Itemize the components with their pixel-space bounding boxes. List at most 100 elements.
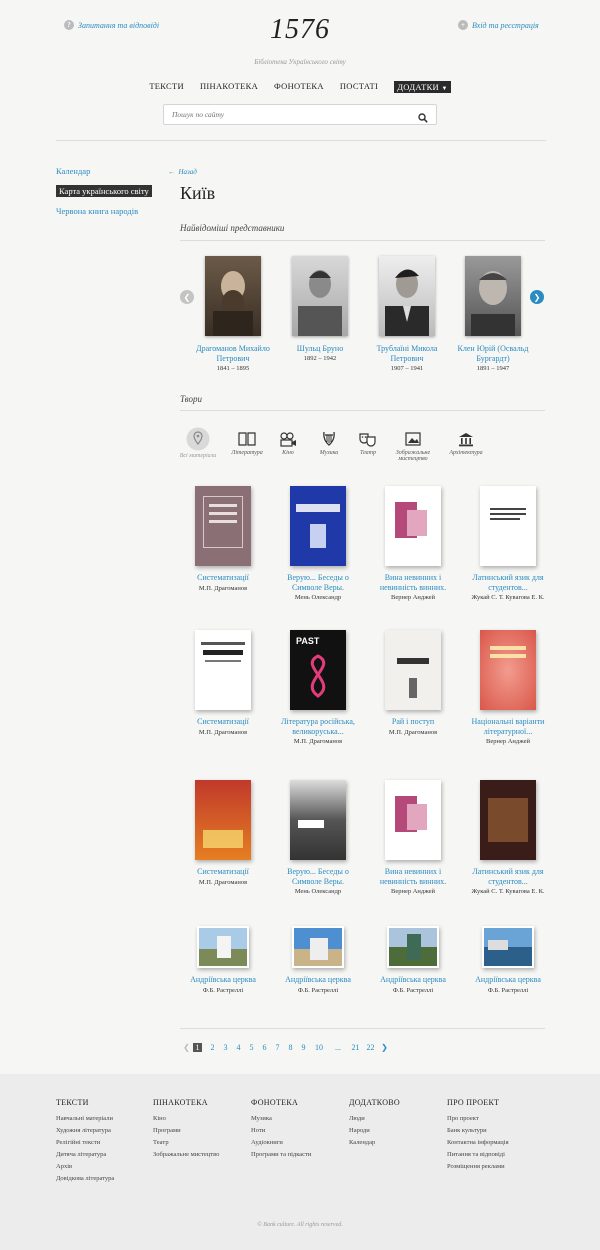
people-divider bbox=[180, 240, 545, 241]
pagination-prev-icon[interactable]: ❮ bbox=[180, 1043, 193, 1052]
footer-link[interactable]: Ноти bbox=[251, 1127, 311, 1134]
page-link[interactable]: 21 bbox=[348, 1043, 363, 1052]
footer-link[interactable]: Навчальні матеріали bbox=[56, 1115, 114, 1122]
footer-link[interactable]: Театр bbox=[153, 1139, 219, 1146]
page-title: Київ bbox=[180, 183, 216, 203]
work-card[interactable]: PAST Література російська, великоруська.… bbox=[278, 630, 358, 746]
page-link[interactable]: 6 bbox=[258, 1043, 271, 1052]
work-author: Мень Олександр bbox=[294, 888, 342, 895]
nav-texts[interactable]: ТЕКСТИ bbox=[149, 81, 184, 93]
page-link[interactable]: 9 bbox=[297, 1043, 310, 1052]
work-card[interactable]: Андріївська церква Ф.Б. Растреллі bbox=[373, 926, 453, 995]
sidebar-item-calendar[interactable]: Календар bbox=[56, 166, 152, 176]
person-photo bbox=[205, 256, 261, 336]
footer-link[interactable]: Аудіокниги bbox=[251, 1139, 311, 1146]
footer-link[interactable]: Питання та відповіді bbox=[447, 1151, 509, 1158]
page-link[interactable]: 2 bbox=[206, 1043, 219, 1052]
work-card[interactable]: Андріївська церква Ф.Б. Растреллі bbox=[468, 926, 548, 995]
page-link[interactable]: 4 bbox=[232, 1043, 245, 1052]
footer-link[interactable]: Довідкова література bbox=[56, 1175, 114, 1182]
work-card[interactable]: Вина невинних і невинність винних. Верне… bbox=[373, 486, 453, 602]
footer-column-pinakoteka: ПІНАКОТЕКА Кіно Програми Театр Зображаль… bbox=[153, 1098, 220, 1158]
search-icon[interactable] bbox=[418, 110, 428, 128]
page-current: 1 bbox=[193, 1043, 202, 1052]
work-card[interactable]: Латинський язик для студентов... Жукай С… bbox=[468, 486, 548, 602]
footer-link[interactable]: Дитяча література bbox=[56, 1151, 114, 1158]
work-author: Вернер Анджей bbox=[391, 594, 435, 601]
work-card[interactable]: Андріївська церква Ф.Б. Растреллі bbox=[183, 926, 263, 995]
work-cover bbox=[387, 926, 439, 968]
work-card[interactable]: Вина невинних і невинність винних. Верне… bbox=[373, 780, 453, 896]
work-card[interactable]: Латинський язик для студентов... Жукай С… bbox=[468, 780, 548, 896]
footer-link[interactable]: Зображальне мистецтво bbox=[153, 1151, 219, 1158]
work-title: Андріївська церква bbox=[285, 975, 351, 984]
footer-link[interactable]: Про проект bbox=[447, 1115, 509, 1122]
work-card[interactable]: Верую... Беседы о Символе Веры. Мень Оле… bbox=[278, 780, 358, 896]
work-title: Рай і поступ bbox=[391, 717, 435, 726]
pagination-next-icon[interactable]: ❯ bbox=[378, 1043, 391, 1052]
person-card[interactable]: Трублаїні Микола Петрович 1907 – 1941 bbox=[367, 256, 447, 372]
person-card[interactable]: Шульц Бруно 1892 – 1942 bbox=[280, 256, 360, 362]
nav-dodatky[interactable]: ДОДАТКИ ▼ bbox=[394, 81, 451, 93]
footer-link[interactable]: Народи bbox=[349, 1127, 400, 1134]
page-link[interactable]: 3 bbox=[219, 1043, 232, 1052]
work-card[interactable]: Систематизації М.П. Драгоманов bbox=[183, 630, 263, 737]
person-name: Клен Юрій (Освальд Бургардт) bbox=[457, 344, 529, 363]
arrow-left-icon: ← bbox=[168, 168, 175, 176]
footer-link[interactable]: Календар bbox=[349, 1139, 400, 1146]
people-heading: Найвідоміші представники bbox=[180, 223, 285, 233]
work-card[interactable]: Андріївська церква Ф.Б. Растреллі bbox=[278, 926, 358, 995]
page-link[interactable]: 7 bbox=[271, 1043, 284, 1052]
footer-link[interactable]: Програми та підкасти bbox=[251, 1151, 311, 1158]
person-photo bbox=[292, 256, 348, 336]
work-cover bbox=[482, 926, 534, 968]
work-card[interactable]: Систематизації М.П. Драгоманов bbox=[183, 486, 263, 593]
site-logo[interactable]: 1576 bbox=[0, 14, 600, 46]
category-all[interactable]: Всі матеріали bbox=[172, 427, 224, 459]
footer-link[interactable]: Банк культури bbox=[447, 1127, 509, 1134]
page-link[interactable]: 10 bbox=[310, 1043, 328, 1052]
work-author: М.П. Драгоманов bbox=[198, 728, 248, 736]
work-cover bbox=[195, 486, 251, 566]
sidebar-item-map[interactable]: Карта українського світу bbox=[56, 185, 152, 197]
footer-link[interactable]: Релігійні тексти bbox=[56, 1139, 114, 1146]
work-title: Латинський язик для студентов... bbox=[472, 573, 544, 592]
page-link[interactable]: 8 bbox=[284, 1043, 297, 1052]
work-author: Ф.Б. Растреллі bbox=[297, 986, 339, 994]
page-link[interactable]: 5 bbox=[245, 1043, 258, 1052]
work-title: Андріївська церква bbox=[190, 975, 256, 984]
nav-fonoteka[interactable]: ФОНОТЕКА bbox=[274, 81, 324, 93]
work-title: Андріївська церква bbox=[475, 975, 541, 984]
page-ellipsis: ... bbox=[335, 1043, 341, 1052]
work-cover bbox=[480, 780, 536, 860]
nav-postati[interactable]: ПОСТАТІ bbox=[340, 81, 378, 93]
work-card[interactable]: Верую... Беседы о Символе Веры. Мень Оле… bbox=[278, 486, 358, 602]
nav-pinakoteka[interactable]: ПІНАКОТЕКА bbox=[200, 81, 258, 93]
work-author: М.П. Драгоманов bbox=[198, 878, 248, 886]
back-link[interactable]: ← Назад bbox=[168, 168, 197, 176]
work-card[interactable]: Рай і поступ М.П. Драгоманов bbox=[373, 630, 453, 737]
footer-link[interactable]: Художня література bbox=[56, 1127, 114, 1134]
work-title: Вина невинних і невинність винних. bbox=[379, 867, 447, 886]
footer-link[interactable]: Люди bbox=[349, 1115, 400, 1122]
footer-link[interactable]: Кіно bbox=[153, 1115, 219, 1122]
category-visual-art[interactable]: Зображальне мистецтво bbox=[387, 428, 439, 462]
category-architecture[interactable]: Архітектура bbox=[440, 428, 492, 456]
film-camera-icon bbox=[280, 431, 296, 447]
carousel-prev-button[interactable]: ❮ bbox=[180, 290, 194, 304]
work-card[interactable]: Національні варіанти літературної... Вер… bbox=[468, 630, 548, 746]
footer-link[interactable]: Музика bbox=[251, 1115, 311, 1122]
sidebar-item-red-book[interactable]: Червона книга народів bbox=[56, 206, 152, 216]
footer-column-fonoteka: ФОНОТЕКА Музика Ноти Аудіокниги Програми… bbox=[251, 1098, 312, 1158]
work-card[interactable]: Систематизації М.П. Драгоманов bbox=[183, 780, 263, 887]
footer-column-texts: ТЕКСТИ Навчальні матеріали Художня літер… bbox=[56, 1098, 115, 1182]
footer-link[interactable]: Розміщення реклами bbox=[447, 1163, 509, 1170]
person-card[interactable]: Клен Юрій (Освальд Бургардт) 1891 – 1947 bbox=[453, 256, 533, 372]
search-input[interactable] bbox=[172, 110, 412, 119]
person-card[interactable]: Драгоманов Михайло Петрович 1841 – 1895 bbox=[193, 256, 273, 372]
footer-link[interactable]: Програми bbox=[153, 1127, 219, 1134]
footer-column-about: ПРО ПРОЕКТ Про проект Банк культури Конт… bbox=[447, 1098, 509, 1170]
page-link[interactable]: 22 bbox=[363, 1043, 378, 1052]
footer-link[interactable]: Архів bbox=[56, 1163, 114, 1170]
footer-link[interactable]: Контактна інформація bbox=[447, 1139, 509, 1146]
